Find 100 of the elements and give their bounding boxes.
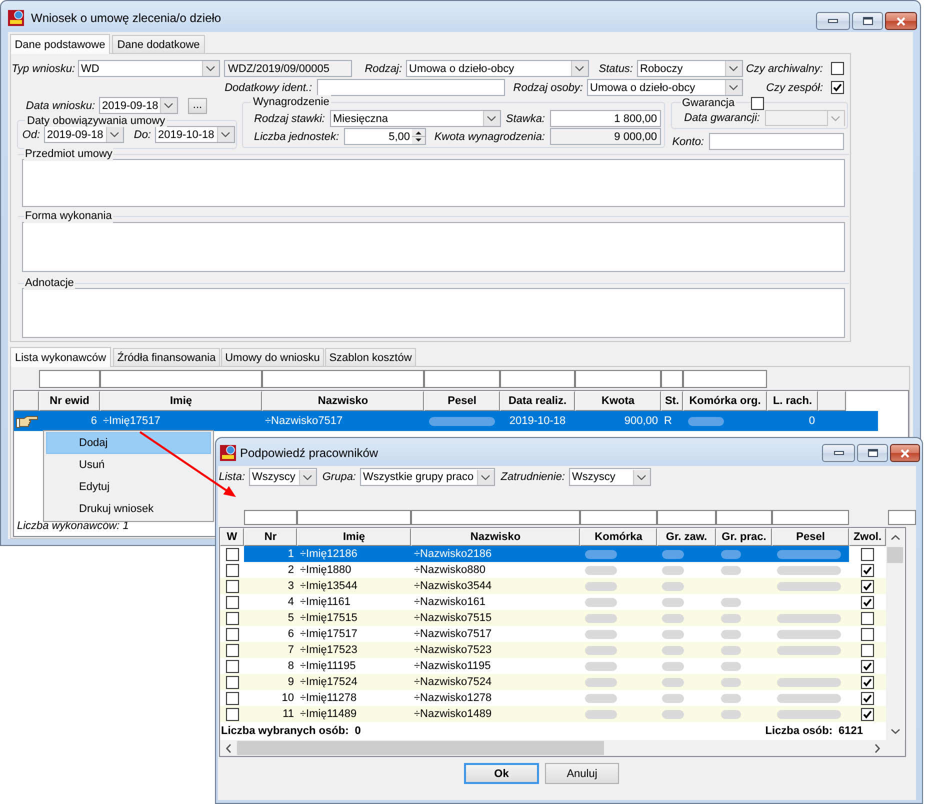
tab[interactable]: Lista wykonawców bbox=[10, 347, 111, 367]
vertical-scrollbar[interactable] bbox=[886, 528, 904, 740]
column-header[interactable]: Komórka bbox=[580, 528, 657, 546]
checkbox[interactable] bbox=[861, 564, 874, 576]
checkbox[interactable] bbox=[831, 62, 844, 75]
tab[interactable]: Szablon kosztów bbox=[325, 348, 416, 366]
scrollbar-thumb[interactable] bbox=[237, 741, 604, 755]
horizontal-scrollbar[interactable] bbox=[220, 740, 886, 756]
date-picker[interactable]: 2019-10-18 bbox=[155, 126, 235, 143]
tab[interactable]: Umowy do wniosku bbox=[221, 348, 324, 366]
number-field[interactable]: WDZ/2019/09/00005 bbox=[224, 60, 352, 77]
filter-field[interactable] bbox=[297, 510, 411, 525]
filter-field[interactable] bbox=[575, 370, 661, 388]
checkbox[interactable] bbox=[861, 644, 874, 656]
column-header[interactable]: Gr. zaw. bbox=[657, 528, 716, 546]
minimize-button[interactable] bbox=[816, 12, 850, 30]
checkbox[interactable] bbox=[226, 548, 238, 560]
column-header[interactable]: Imię bbox=[297, 528, 411, 546]
minimize-button[interactable] bbox=[822, 444, 855, 462]
filter-field[interactable] bbox=[100, 370, 262, 388]
filter-field[interactable] bbox=[716, 510, 772, 525]
tab[interactable]: Dane podstawowe bbox=[10, 34, 110, 54]
filter-field[interactable] bbox=[244, 510, 297, 525]
date-picker[interactable]: 2019-09-18 bbox=[44, 126, 124, 143]
checkbox[interactable] bbox=[861, 596, 874, 608]
filter-field[interactable] bbox=[888, 510, 916, 525]
checkbox[interactable] bbox=[861, 692, 874, 704]
checkbox[interactable] bbox=[226, 628, 238, 640]
filter-field[interactable] bbox=[500, 370, 575, 388]
checkbox[interactable] bbox=[831, 81, 844, 94]
amount-field[interactable]: 9 000,00 bbox=[550, 128, 661, 145]
column-header[interactable] bbox=[14, 391, 39, 411]
filter-field[interactable] bbox=[424, 370, 500, 388]
tab[interactable]: Dane dodatkowe bbox=[112, 35, 205, 53]
maximize-button[interactable] bbox=[852, 12, 883, 30]
close-button[interactable] bbox=[890, 444, 920, 462]
table-row[interactable]: 1 ÷Imię12186 ÷Nazwisko2186 bbox=[220, 546, 886, 562]
checkbox[interactable] bbox=[226, 580, 238, 592]
column-header[interactable]: St. bbox=[661, 391, 683, 411]
filter-field[interactable] bbox=[657, 510, 716, 525]
checkbox[interactable] bbox=[226, 692, 238, 704]
browse-button[interactable]: ... bbox=[188, 98, 207, 114]
column-header[interactable]: L. rach. bbox=[767, 391, 818, 411]
table-row[interactable]: 9 ÷Imię17524 ÷Nazwisko7524 bbox=[220, 674, 886, 690]
checkbox[interactable] bbox=[226, 644, 238, 656]
filter-field[interactable] bbox=[772, 510, 849, 525]
column-header[interactable]: Zwol. bbox=[849, 528, 886, 546]
table-row[interactable]: 7 ÷Imię17523 ÷Nazwisko7523 bbox=[220, 642, 886, 658]
column-header[interactable]: Nr ewid bbox=[39, 391, 100, 411]
text-field[interactable] bbox=[317, 79, 505, 96]
text-field[interactable] bbox=[709, 133, 844, 150]
table-row[interactable]: 6 ÷Imię17517 ÷Nazwisko7517 2019-10-18 900,00 R 0 bbox=[14, 411, 878, 431]
checkbox[interactable] bbox=[750, 96, 764, 110]
column-header[interactable]: Komórka org. bbox=[683, 391, 767, 411]
request-type-dropdown[interactable]: WD bbox=[78, 60, 220, 77]
checkbox[interactable] bbox=[861, 612, 874, 624]
checkbox[interactable] bbox=[861, 580, 874, 592]
menu-item[interactable]: Drukuj wniosek bbox=[46, 498, 211, 520]
cancel-button[interactable]: Anuluj bbox=[545, 763, 619, 784]
checkbox[interactable] bbox=[226, 564, 238, 576]
tab[interactable]: Źródła finansowania bbox=[113, 348, 220, 366]
column-header[interactable]: Imię bbox=[100, 391, 262, 411]
ok-button[interactable]: Ok bbox=[464, 763, 539, 784]
column-header[interactable] bbox=[818, 391, 846, 411]
filter-field[interactable] bbox=[580, 510, 657, 525]
filter-field[interactable] bbox=[262, 370, 424, 388]
column-header[interactable]: Nazwisko bbox=[262, 391, 424, 411]
date-picker[interactable]: 2019-09-18 bbox=[99, 97, 178, 114]
spinner-arrows-icon[interactable] bbox=[412, 129, 425, 144]
group-dropdown[interactable]: Wszystkie grupy praco bbox=[360, 468, 495, 486]
number-spinner[interactable]: 5,00 bbox=[344, 128, 426, 145]
filter-field[interactable] bbox=[683, 370, 767, 388]
list-dropdown[interactable]: Wszyscy bbox=[249, 468, 317, 486]
table-row[interactable]: 11 ÷Imię11489 ÷Nazwisko1489 bbox=[220, 706, 886, 722]
menu-item[interactable]: Edytuj bbox=[46, 476, 211, 498]
contract-type-dropdown[interactable]: Umowa o dzieło-obcy bbox=[406, 60, 589, 77]
checkbox[interactable] bbox=[861, 676, 874, 688]
status-dropdown[interactable]: Roboczy bbox=[637, 60, 743, 77]
checkbox[interactable] bbox=[226, 676, 238, 688]
person-type-dropdown[interactable]: Umowa o dzieło-obcy bbox=[587, 79, 743, 96]
checkbox[interactable] bbox=[861, 708, 874, 720]
column-header[interactable]: Nazwisko bbox=[411, 528, 580, 546]
checkbox[interactable] bbox=[226, 660, 238, 672]
checkbox[interactable] bbox=[226, 596, 238, 608]
column-header[interactable]: Data realiz. bbox=[500, 391, 575, 411]
column-header[interactable]: Pesel bbox=[772, 528, 849, 546]
checkbox[interactable] bbox=[226, 708, 238, 720]
filter-field[interactable] bbox=[411, 510, 580, 525]
table-row[interactable]: 5 ÷Imię17515 ÷Nazwisko7515 bbox=[220, 610, 886, 626]
close-button[interactable] bbox=[885, 12, 917, 30]
menu-item[interactable]: Usuń bbox=[46, 454, 211, 476]
employment-dropdown[interactable]: Wszyscy bbox=[569, 468, 651, 486]
column-header[interactable]: Pesel bbox=[424, 391, 500, 411]
column-header[interactable]: Kwota bbox=[575, 391, 661, 411]
checkbox[interactable] bbox=[226, 612, 238, 624]
maximize-button[interactable] bbox=[857, 444, 888, 462]
column-header[interactable]: Gr. prac. bbox=[716, 528, 772, 546]
menu-item[interactable]: Dodaj bbox=[46, 432, 211, 454]
filter-field[interactable] bbox=[39, 370, 100, 388]
rate-type-dropdown[interactable]: Miesięczna bbox=[330, 110, 501, 127]
